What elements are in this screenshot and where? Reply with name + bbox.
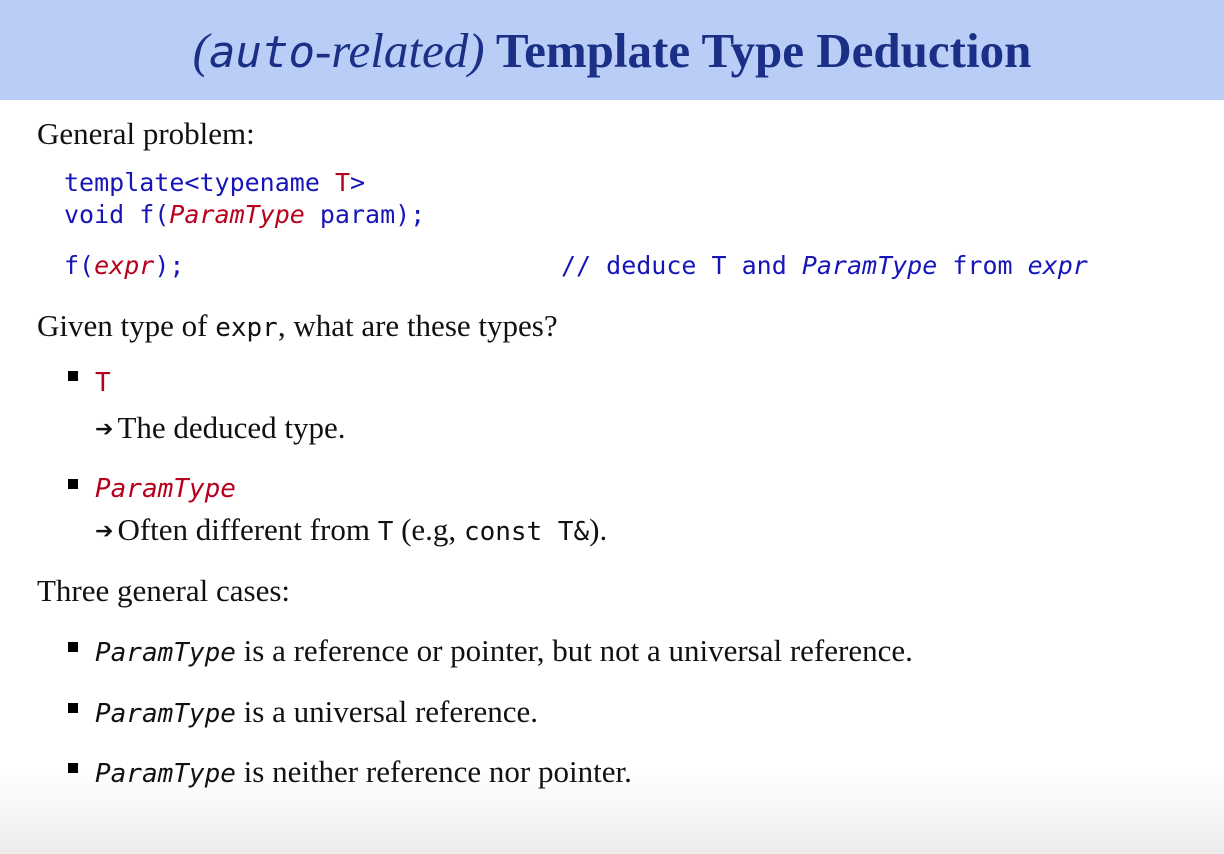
given-start: Given type of — [37, 308, 216, 343]
bullet-T: T — [95, 368, 111, 398]
code-call-expr: expr — [94, 251, 155, 280]
case-term: ParamType — [95, 638, 236, 668]
case-text: is a universal reference. — [235, 694, 538, 729]
arrow-right-icon: ➔ — [95, 518, 114, 543]
code-line-call: f(expr); — [64, 251, 184, 280]
comment-paramtype: ParamType — [801, 251, 938, 280]
code-template-keyword: template<typename — [64, 168, 335, 197]
code-decl-end: param); — [304, 200, 426, 229]
code-comment: // deduce T and ParamType from expr — [561, 251, 1088, 280]
code-decl-start: void f( — [64, 200, 170, 229]
title-rest: Template Type Deduction — [484, 23, 1032, 78]
code-call-end: ); — [154, 251, 185, 280]
bullet-square-icon — [68, 759, 78, 777]
bullet-paramtype: ParamType — [95, 474, 236, 504]
comment-expr: expr — [1027, 251, 1088, 280]
case-term: ParamType — [95, 759, 236, 789]
title-paren-open: ( — [192, 23, 209, 78]
title-auto: auto — [208, 27, 315, 78]
slide-title: (auto-related) Template Type Deduction — [0, 22, 1224, 79]
given-type-line: Given type of expr, what are these types… — [37, 308, 558, 344]
bullet-square-icon — [68, 475, 78, 493]
code-template-end: > — [350, 168, 366, 197]
general-problem-heading: General problem: — [37, 116, 255, 151]
sub-different-end: ). — [589, 512, 608, 547]
comment-start: // deduce T and — [561, 251, 802, 280]
sub-bullet-deduced: ➔ The deduced type. — [95, 410, 346, 446]
case-text: is a reference or pointer, but not a uni… — [235, 633, 913, 668]
given-end: , what are these types? — [277, 308, 558, 343]
case-reference-or-pointer: ParamType is a reference or pointer, but… — [95, 633, 913, 669]
code-template-T: T — [334, 168, 350, 197]
arrow-right-icon: ➔ — [95, 416, 114, 441]
given-expr: expr — [215, 313, 278, 343]
code-line-declaration: void f(ParamType param); — [64, 200, 425, 229]
sub-different-text: Often different from — [117, 512, 378, 547]
case-universal-reference: ParamType is a universal reference. — [95, 694, 538, 730]
three-cases-heading: Three general cases: — [37, 573, 291, 608]
title-related: -related) — [314, 23, 485, 78]
bullet-square-icon — [68, 638, 78, 656]
sub-different-eg: (e.g, — [393, 512, 464, 547]
sub-different-T: T — [377, 517, 394, 547]
code-call-start: f( — [64, 251, 95, 280]
comment-from: from — [937, 251, 1028, 280]
title-bar: (auto-related) Template Type Deduction — [0, 0, 1224, 100]
case-term: ParamType — [95, 699, 236, 729]
case-text: is neither reference nor pointer. — [235, 754, 632, 789]
sub-different-code: const T& — [463, 517, 590, 547]
sub-bullet-different: ➔ Often different from T (e.g, const T&). — [95, 512, 607, 548]
bullet-square-icon — [68, 367, 78, 385]
code-line-template: template<typename T> — [64, 168, 365, 197]
bullet-square-icon — [68, 699, 78, 717]
code-decl-paramtype: ParamType — [169, 200, 305, 229]
case-neither: ParamType is neither reference nor point… — [95, 754, 632, 790]
sub-deduced-text: The deduced type. — [117, 410, 346, 445]
